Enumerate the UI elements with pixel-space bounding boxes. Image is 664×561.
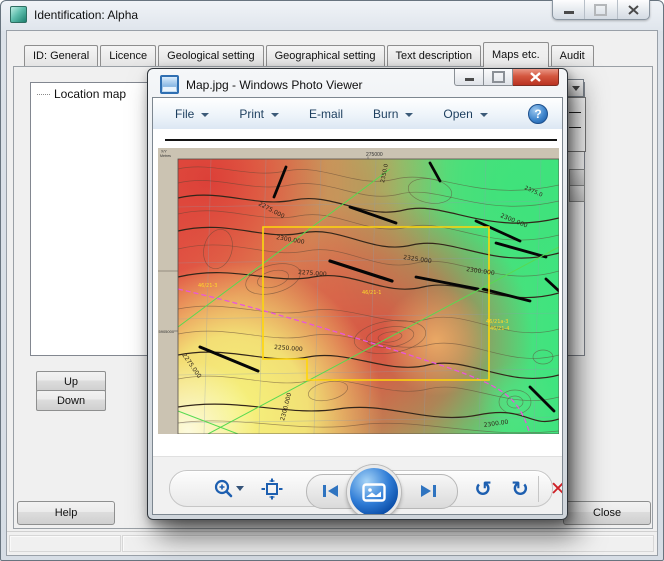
y-axis-tick-label: 5905000 [159,329,175,334]
chevron-down-icon [236,486,244,491]
x-axis-tick-label: 275000 [366,152,383,158]
rotate-cw-icon: ↻ [511,479,529,500]
photo-viewer-window[interactable]: Map.jpg - Windows Photo Viewer File Prin… [147,68,568,520]
status-bar [7,531,657,553]
photo-viewer-icon [160,75,179,94]
close-button[interactable]: Close [563,501,651,525]
tab-geographical-setting[interactable]: Geographical setting [266,45,385,66]
svg-text:46/21-1: 46/21-1 [362,290,381,296]
rotate-cw-button[interactable]: ↻ [507,476,533,502]
photo-viewer-toolbar: ↺ ↻ ✕ [153,456,562,514]
menu-burn-label: Burn [373,107,398,121]
minimize-icon [564,11,574,14]
minimize-icon [465,78,474,81]
help-icon[interactable]: ? [528,104,548,124]
tab-audit[interactable]: Audit [551,45,594,66]
map-top-edge [165,139,557,141]
menu-file-label: File [175,107,194,121]
tab-licence[interactable]: Licence [100,45,156,66]
menu-print[interactable]: Print [239,107,279,121]
slideshow-button[interactable] [347,465,401,515]
maximize-icon [492,71,505,83]
svg-text:46/21-4: 46/21-4 [490,326,509,332]
maximize-button[interactable] [585,0,617,19]
previous-button[interactable] [319,480,343,502]
obscured-dropdown-button[interactable] [567,79,584,97]
previous-icon [321,483,341,499]
map-image: X/Y Metres 275000 5905000 [158,148,559,434]
dialog-titlebar[interactable]: Identification: Alpha [10,6,138,23]
svg-text:46/21-3: 46/21-3 [198,283,217,289]
tree-branch-icon [37,94,50,95]
photo-viewer-client: File Print E-mail Burn Open ? [152,97,563,515]
tab-id-general[interactable]: ID: General [24,45,98,66]
chevron-down-icon [572,86,580,91]
tab-geological-setting[interactable]: Geological setting [158,45,263,66]
actual-size-button[interactable] [260,477,284,501]
status-cell-left [9,535,121,552]
pv-maximize-button[interactable] [484,69,513,86]
down-button[interactable]: Down [36,390,106,411]
map-side-bar [158,148,178,434]
tab-strip: ID: General Licence Geological setting G… [24,45,596,67]
rotate-ccw-icon: ↺ [474,479,492,500]
chevron-down-icon [480,113,488,117]
list-item-label: Location map [54,87,126,101]
menu-print-label: Print [239,107,264,121]
map-plot: 2275.000 2300.000 2325.000 2350.0 2375.0… [178,159,559,434]
zoom-dropdown[interactable] [236,486,244,491]
axis-corner-label-1: X/Y [161,150,167,154]
tab-text-description[interactable]: Text description [387,45,481,66]
minimize-button[interactable] [553,0,585,19]
pv-close-button[interactable] [513,69,559,86]
slideshow-icon [362,483,386,502]
close-icon [530,72,541,82]
menu-open-label: Open [443,107,472,121]
close-window-button[interactable] [618,0,649,19]
menu-burn[interactable]: Burn [373,107,413,121]
actual-size-icon [261,478,283,500]
map-header-bar [158,148,559,159]
next-button[interactable] [416,480,440,502]
toolbar-separator [538,476,539,502]
zoom-button[interactable] [212,477,236,501]
tab-maps-etc[interactable]: Maps etc. [483,42,549,67]
pv-minimize-button[interactable] [454,69,484,86]
rotate-ccw-button[interactable]: ↺ [470,476,496,502]
photo-viewer-title: Map.jpg - Windows Photo Viewer [186,78,363,92]
maximize-icon [594,4,607,16]
dialog-title: Identification: Alpha [34,8,138,22]
chevron-down-icon [405,113,413,117]
menu-file[interactable]: File [175,107,209,121]
close-icon [628,5,639,15]
photo-viewer-titlebar[interactable]: Map.jpg - Windows Photo Viewer [148,69,567,97]
photo-viewer-caption-buttons [454,69,559,86]
zoom-icon [213,478,235,500]
status-cell-right [122,535,654,552]
menu-email-label: E-mail [309,107,343,121]
delete-button[interactable]: ✕ [546,477,563,501]
toolbar-pill: ↺ ↻ ✕ [169,470,553,507]
axis-corner-label-2: Metres [160,154,171,158]
chevron-down-icon [271,113,279,117]
help-button[interactable]: Help [17,501,115,525]
next-icon [418,483,438,499]
up-button[interactable]: Up [36,371,106,392]
dialog-caption-buttons [552,0,650,20]
delete-icon: ✕ [550,480,563,499]
svg-text:46/21a-3: 46/21a-3 [486,319,508,325]
screen: Identification: Alpha ID: General Licenc… [0,0,664,561]
menu-open[interactable]: Open [443,107,487,121]
obscured-button-2[interactable] [569,185,585,202]
photo-viewer-menubar: File Print E-mail Burn Open ? [153,98,562,130]
obscured-button-1[interactable] [569,169,585,186]
app-icon [10,6,27,23]
menu-email[interactable]: E-mail [309,107,343,121]
obscured-text-field[interactable] [566,97,586,152]
photo-viewer-content: X/Y Metres 275000 5905000 [153,129,562,458]
chevron-down-icon [201,113,209,117]
